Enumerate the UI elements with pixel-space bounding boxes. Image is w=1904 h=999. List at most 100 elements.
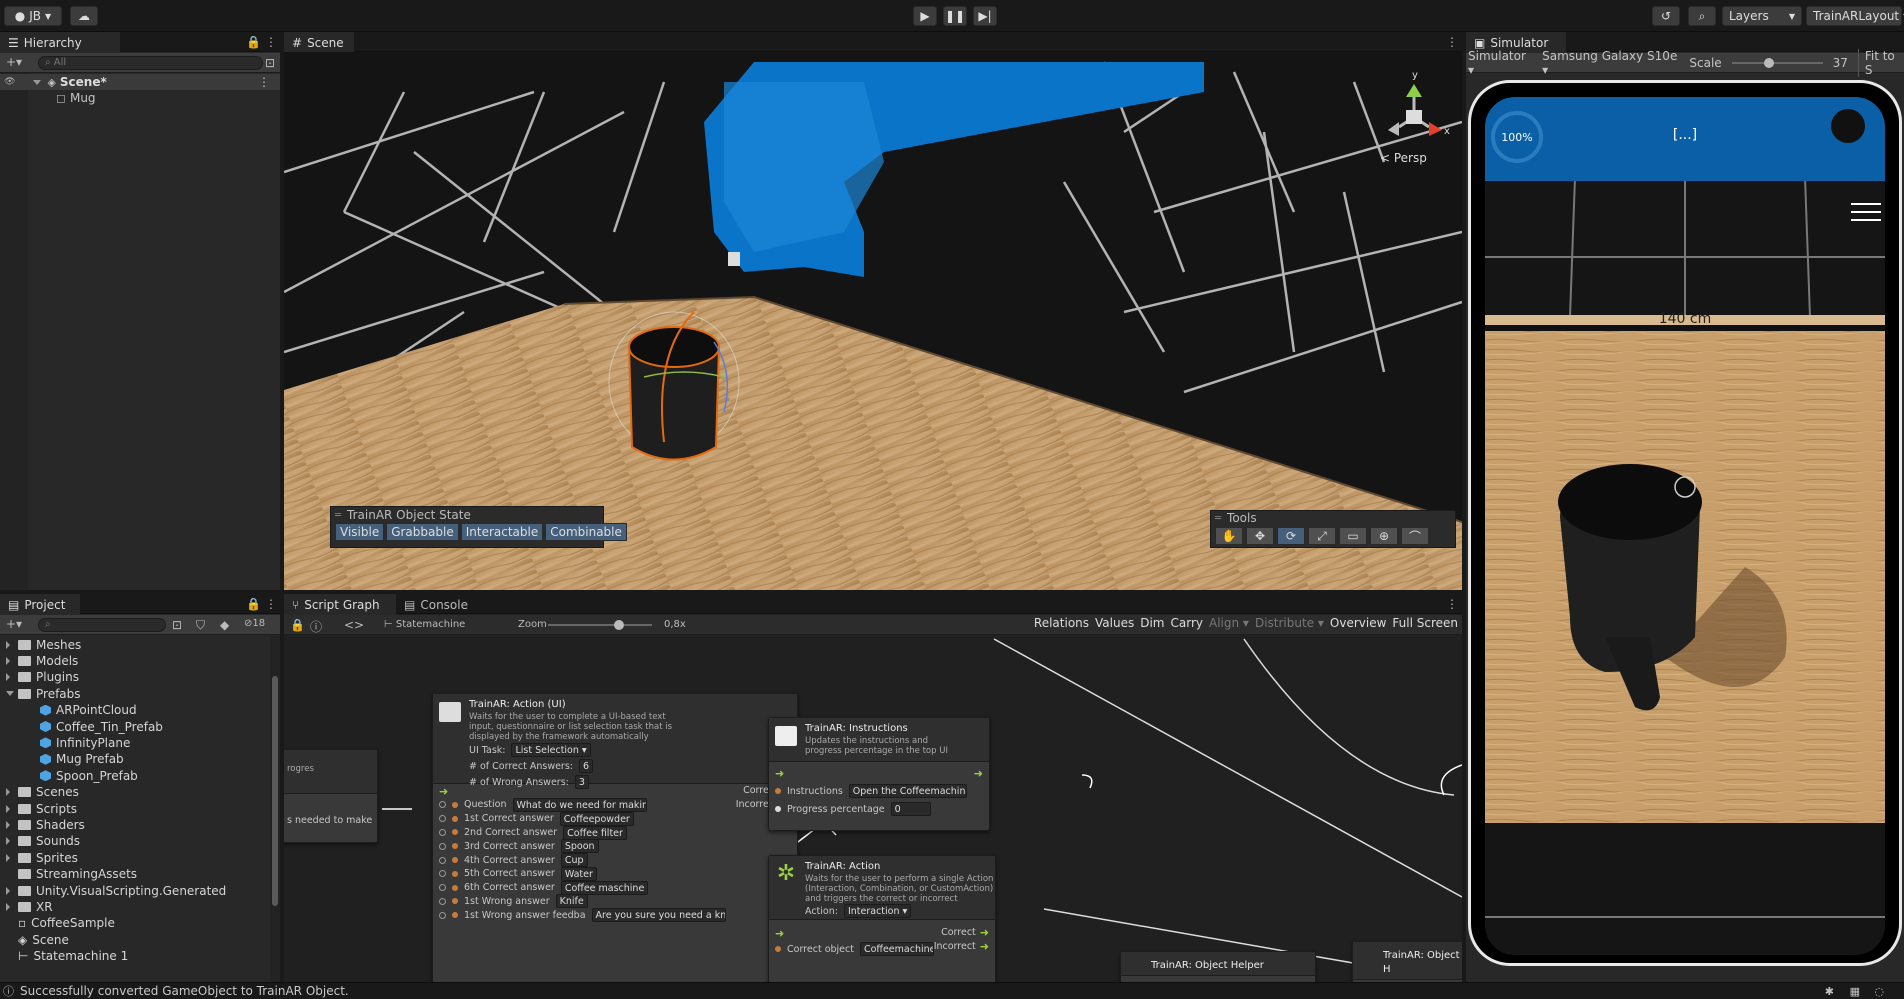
field-input[interactable]: Are you sure you need a knife to m xyxy=(591,908,726,923)
favorite-icon[interactable]: ◆ xyxy=(220,618,229,632)
layers-dropdown[interactable]: Layers ▼ xyxy=(1722,6,1802,26)
expand-arrow-icon[interactable] xyxy=(6,673,10,682)
correct-count-field[interactable]: 6 xyxy=(579,759,594,773)
account-dropdown[interactable]: ● JB ▼ xyxy=(4,6,62,26)
value-port[interactable] xyxy=(439,897,446,905)
flow-input-port[interactable]: ➜ xyxy=(775,766,784,780)
cloud-button[interactable]: ☁ xyxy=(70,6,98,26)
tab-project[interactable]: ▤ Project xyxy=(0,594,80,615)
more-icon[interactable]: ⋮ xyxy=(1446,35,1458,49)
rect-tool-button[interactable]: ▭ xyxy=(1339,527,1367,545)
value-port[interactable] xyxy=(439,828,446,836)
graph-node-partial[interactable]: rogres s needed to make xyxy=(284,749,378,843)
project-item[interactable]: Plugins xyxy=(0,670,79,684)
more-icon[interactable]: ⋮ xyxy=(265,597,277,611)
field-input[interactable]: Water xyxy=(560,866,597,881)
value-port[interactable] xyxy=(439,801,446,809)
value-port[interactable] xyxy=(439,842,446,850)
graph-node-instructions[interactable]: TrainAR: Instructions Updates the instru… xyxy=(768,717,990,831)
project-item[interactable]: Scenes xyxy=(0,785,79,799)
action-dropdown[interactable]: Interaction ▾ xyxy=(843,904,912,918)
lock-icon[interactable]: 🔒 xyxy=(290,618,305,632)
value-port[interactable] xyxy=(439,856,446,864)
scene-picker-icon[interactable]: ⊡ xyxy=(265,56,275,70)
tab-script-graph[interactable]: ⑂ Script Graph xyxy=(284,594,396,615)
pause-button[interactable]: ❚❚ xyxy=(943,6,967,26)
expand-arrow-icon[interactable] xyxy=(6,691,14,697)
more-icon[interactable]: ⋮ xyxy=(265,35,277,49)
field-input[interactable]: Spoon xyxy=(560,839,599,854)
expand-arrow-icon[interactable] xyxy=(6,640,10,649)
ui-task-dropdown[interactable]: List Selection ▾ xyxy=(511,743,591,757)
lock-icon[interactable]: 🔒 xyxy=(246,35,261,49)
graph-node-action-ui[interactable]: TrainAR: Action (UI) Waits for the user … xyxy=(432,693,798,982)
project-item[interactable]: ARPointCloud xyxy=(0,703,137,717)
field-input[interactable]: Cup xyxy=(560,853,588,868)
transform-tool-button[interactable]: ⊕ xyxy=(1370,527,1398,545)
move-tool-button[interactable]: ✥ xyxy=(1246,527,1274,545)
expand-arrow-icon[interactable] xyxy=(6,837,10,846)
play-button[interactable]: ▶ xyxy=(913,6,937,26)
step-button[interactable]: ▶| xyxy=(973,6,997,26)
project-item[interactable]: Unity.VisualScripting.Generated xyxy=(0,884,226,898)
flow-input-port[interactable]: ➜ xyxy=(775,926,784,940)
progress-icon[interactable]: ◌ xyxy=(1874,985,1884,998)
correct-object-field[interactable]: Coffeemachine xyxy=(859,942,934,956)
hierarchy-scene-row[interactable]: 👁 ◈ Scene* ⋮ xyxy=(0,74,280,90)
value-port[interactable] xyxy=(439,870,446,878)
grabbable-toggle[interactable]: Grabbable xyxy=(386,523,459,541)
field-input[interactable]: What do we need for making coffe xyxy=(512,797,647,812)
project-item[interactable]: ◈ Scene xyxy=(0,933,69,947)
project-item[interactable]: StreamingAssets xyxy=(0,867,137,881)
expand-arrow-icon[interactable] xyxy=(6,886,10,895)
rotate-tool-button[interactable]: ⟳ xyxy=(1277,527,1305,545)
custom-tool-button[interactable]: ⌒ xyxy=(1401,527,1429,545)
project-item[interactable]: ⊢ Statemachine 1 xyxy=(0,949,128,963)
bug-icon[interactable]: ✱ xyxy=(1825,985,1834,998)
project-item[interactable]: Models xyxy=(0,654,78,668)
more-icon[interactable]: ⋮ xyxy=(258,75,270,89)
layout-dropdown[interactable]: TrainARLayout ▼ xyxy=(1806,6,1904,26)
field-input[interactable]: Knife xyxy=(555,894,588,909)
tab-scene[interactable]: # Scene xyxy=(284,32,354,53)
interactable-toggle[interactable]: Interactable xyxy=(460,523,544,541)
dim-button[interactable]: Dim xyxy=(1140,616,1164,630)
project-search-input[interactable]: ⌕ xyxy=(38,618,166,632)
hierarchy-search-input[interactable]: ⌕ All xyxy=(38,56,263,70)
project-item[interactable]: Coffee_Tin_Prefab xyxy=(0,720,163,734)
scale-tool-button[interactable]: ⤢ xyxy=(1308,527,1336,545)
values-button[interactable]: Values xyxy=(1095,616,1134,630)
expand-arrow-icon[interactable] xyxy=(6,853,10,862)
visible-toggle[interactable]: Visible xyxy=(335,523,385,541)
progress-field[interactable]: 0 xyxy=(890,802,931,816)
breadcrumb[interactable]: ⊢ Statemachine xyxy=(384,619,465,630)
overview-button[interactable]: Overview xyxy=(1330,616,1387,630)
add-icon[interactable]: +▾ xyxy=(6,617,22,631)
graph-node-object-helper[interactable]: TrainAR: Object Helper xyxy=(1120,951,1316,982)
drag-handle-icon[interactable]: ═ xyxy=(335,510,341,521)
project-item[interactable]: Sprites xyxy=(0,851,78,865)
fit-to-screen-button[interactable]: Fit to S xyxy=(1857,48,1904,77)
project-item[interactable]: Scripts xyxy=(0,802,77,816)
eye-icon[interactable]: 👁 xyxy=(4,77,15,87)
expand-arrow-icon[interactable] xyxy=(6,788,10,797)
expand-arrow-icon[interactable] xyxy=(6,656,10,665)
value-port[interactable] xyxy=(439,815,446,823)
relations-button[interactable]: Relations xyxy=(1034,616,1089,630)
wrong-count-field[interactable]: 3 xyxy=(574,775,589,789)
flow-output-port[interactable]: ➜ xyxy=(974,766,983,780)
mode-dropdown[interactable]: Simulator ▾ xyxy=(1468,49,1532,77)
more-icon[interactable]: ⋮ xyxy=(1446,597,1458,611)
project-item[interactable]: Shaders xyxy=(0,818,85,832)
add-icon[interactable]: +▾ xyxy=(6,55,22,69)
hand-tool-button[interactable]: ✋ xyxy=(1215,527,1243,545)
project-item[interactable]: ▫ CoffeeSample xyxy=(0,916,115,930)
cache-icon[interactable]: ▦ xyxy=(1850,985,1860,998)
project-item[interactable]: Meshes xyxy=(0,638,81,652)
search-by-label-icon[interactable]: ⛉ xyxy=(196,618,205,633)
field-input[interactable]: Coffee filter xyxy=(563,825,627,840)
project-item[interactable]: InfinityPlane xyxy=(0,736,130,750)
scale-slider[interactable] xyxy=(1731,57,1823,68)
expand-arrow-icon[interactable] xyxy=(6,804,10,813)
field-input[interactable]: Coffeepowder xyxy=(559,811,634,826)
